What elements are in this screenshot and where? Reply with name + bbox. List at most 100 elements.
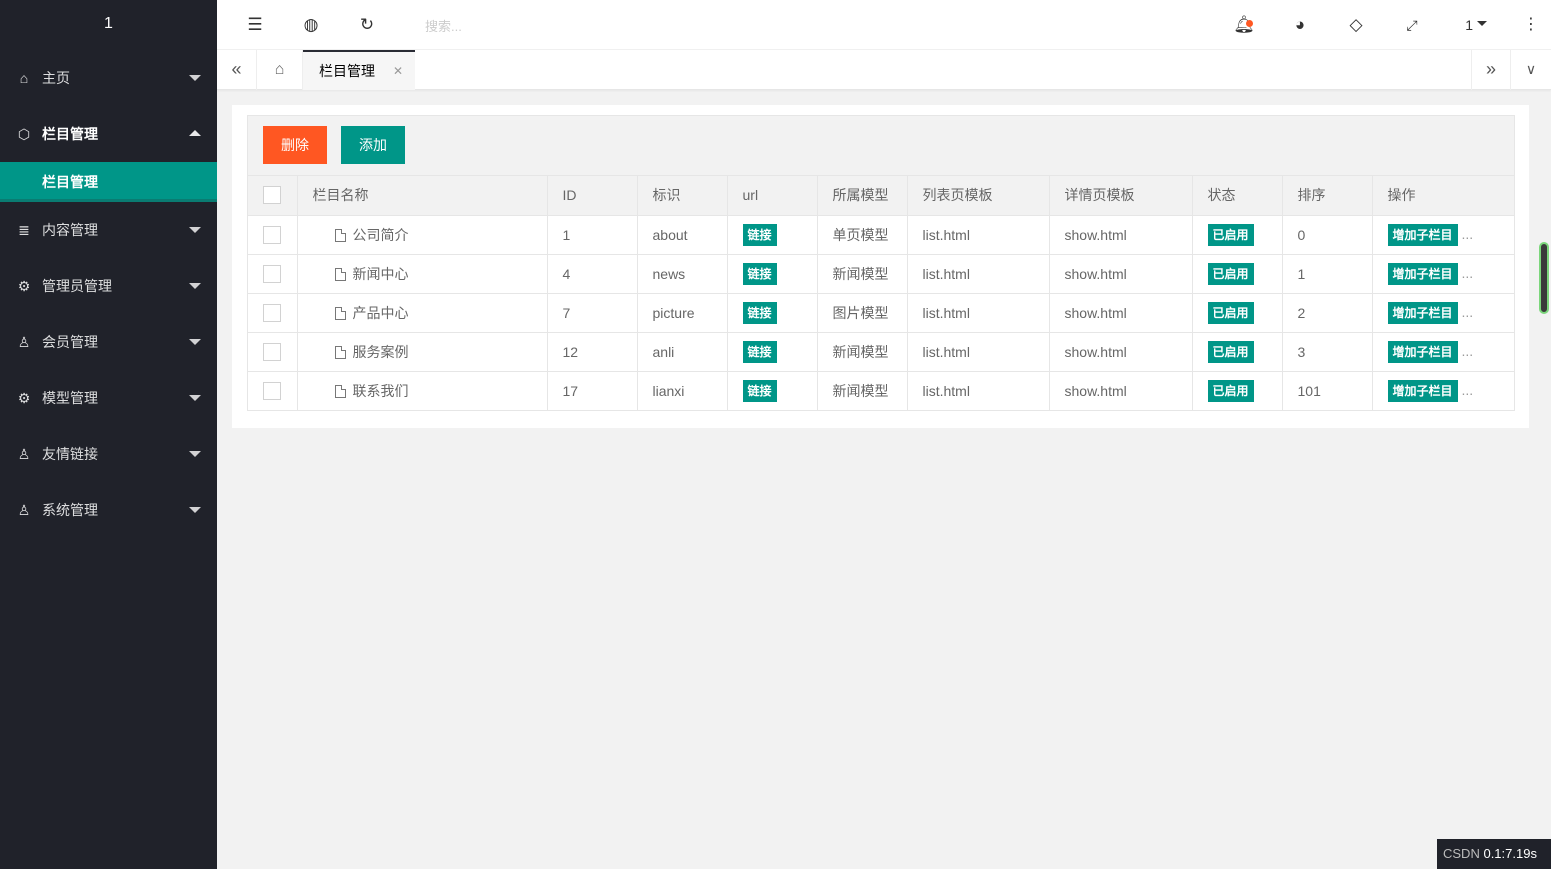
palette-icon[interactable]: ◕ <box>1280 0 1320 50</box>
row-checkbox[interactable] <box>263 342 281 361</box>
sidebar-item-label: 栏目管理 <box>42 126 98 142</box>
row-checkbox[interactable] <box>263 303 281 322</box>
tab-columns[interactable]: 栏目管理 ✕ <box>303 50 415 90</box>
sidebar-item-columns[interactable]: ⬡ 栏目管理 <box>0 106 217 162</box>
close-icon[interactable]: ✕ <box>393 52 403 90</box>
row-select-cell <box>248 371 298 410</box>
delete-button[interactable]: 删除 <box>263 126 327 164</box>
table-row: 公司简介 1 about 链接 单页模型 list.html show.html 已启用 0 增加… <box>248 215 1514 255</box>
cell-url: 链接 <box>727 293 818 333</box>
column-header: 详情页模板 <box>1049 176 1193 216</box>
more-actions[interactable]: ... <box>1462 304 1474 320</box>
file-icon <box>334 345 346 359</box>
menu-fold-icon[interactable]: ☰ <box>235 0 275 50</box>
more-vertical-icon[interactable]: ⋮ <box>1519 0 1543 50</box>
list-icon: ≣ <box>18 222 30 238</box>
table-row: 新闻中心 4 news 链接 新闻模型 list.html show.html 已启用 1 增加子… <box>248 254 1514 294</box>
content-card: 删除 添加 栏目名称 ID 标识 url 所属模型 列表页模板 详情页模板 状态… <box>232 105 1529 428</box>
tab-scroll-left-icon[interactable]: « <box>217 50 257 90</box>
cell-name: 服务案例 <box>297 332 548 372</box>
tag-icon[interactable]: ◇ <box>1336 0 1376 50</box>
cell-ident: lianxi <box>637 371 728 410</box>
column-name-text: 联系我们 <box>352 382 409 399</box>
globe-icon[interactable]: ◍ <box>291 0 331 50</box>
cell-sort: 2 <box>1282 293 1373 333</box>
link-badge[interactable]: 链接 <box>742 223 777 246</box>
more-actions[interactable]: ... <box>1462 343 1474 359</box>
chevron-down-icon <box>189 227 201 233</box>
table-row: 产品中心 7 picture 链接 图片模型 list.html show.html 已启用 2… <box>248 293 1514 333</box>
file-icon <box>334 384 346 398</box>
more-actions[interactable]: ... <box>1462 382 1474 398</box>
cell-model: 新闻模型 <box>817 371 908 410</box>
add-button[interactable]: 添加 <box>341 126 405 164</box>
table-row: 联系我们 17 lianxi 链接 新闻模型 list.html show.html 已启用 1… <box>248 371 1514 410</box>
sidebar-item-label: 模型管理 <box>42 390 98 406</box>
tab-scroll-right-icon[interactable]: » <box>1471 50 1511 90</box>
tab-menu-chevron-icon[interactable]: ∨ <box>1511 50 1551 90</box>
cell-list-tpl: list.html <box>907 293 1050 333</box>
add-subcolumn-button[interactable]: 增加子栏目 <box>1387 340 1458 363</box>
sidebar-item-content[interactable]: ≣ 内容管理 <box>0 202 217 258</box>
row-checkbox[interactable] <box>263 381 281 400</box>
home-tab-icon[interactable]: ⌂ <box>257 50 303 90</box>
link-badge[interactable]: 链接 <box>742 340 777 363</box>
cell-url: 链接 <box>727 254 818 294</box>
refresh-icon[interactable]: ↻ <box>347 0 387 50</box>
data-table: 删除 添加 栏目名称 ID 标识 url 所属模型 列表页模板 详情页模板 状态… <box>247 115 1515 411</box>
sidebar-item-system[interactable]: ♙ 系统管理 <box>0 482 217 538</box>
select-all-checkbox[interactable] <box>263 186 281 205</box>
notification-dot <box>1246 20 1253 27</box>
status-badge[interactable]: 已启用 <box>1207 262 1254 285</box>
sidebar-item-models[interactable]: ⚙ 模型管理 <box>0 370 217 426</box>
status-badge[interactable]: 已启用 <box>1207 223 1254 246</box>
cell-model: 新闻模型 <box>817 332 908 372</box>
cell-ident: picture <box>637 293 728 333</box>
column-name-text: 新闻中心 <box>352 265 409 282</box>
row-checkbox[interactable] <box>263 264 281 283</box>
more-actions[interactable]: ... <box>1462 265 1474 281</box>
add-subcolumn-button[interactable]: 增加子栏目 <box>1387 262 1458 285</box>
sidebar-subitem-columns[interactable]: 栏目管理 <box>0 162 217 202</box>
sidebar: 1 ⌂ 主页 ⬡ 栏目管理 栏目管理 ≣ 内容管理 ⚙ 管理员管理 ♙ 会员管理… <box>0 0 217 869</box>
chevron-down-icon <box>189 339 201 345</box>
cell-name: 产品中心 <box>297 293 548 333</box>
user-name: 1 <box>1465 17 1473 33</box>
column-name-text: 公司简介 <box>352 226 409 243</box>
sidebar-item-links[interactable]: ♙ 友情链接 <box>0 426 217 482</box>
column-header: 列表页模板 <box>907 176 1050 216</box>
add-subcolumn-button[interactable]: 增加子栏目 <box>1387 223 1458 246</box>
sidebar-item-admins[interactable]: ⚙ 管理员管理 <box>0 258 217 314</box>
cell-name: 新闻中心 <box>297 254 548 294</box>
sidebar-item-members[interactable]: ♙ 会员管理 <box>0 314 217 370</box>
sidebar-item-home[interactable]: ⌂ 主页 <box>0 50 217 106</box>
cell-id: 4 <box>547 254 638 294</box>
table-header-row: 栏目名称 ID 标识 url 所属模型 列表页模板 详情页模板 状态 排序 操作 <box>248 176 1514 216</box>
status-badge[interactable]: 已启用 <box>1207 301 1254 324</box>
status-badge[interactable]: 已启用 <box>1207 340 1254 363</box>
cell-action: 增加子栏目... <box>1372 254 1514 294</box>
sidebar-item-label: 会员管理 <box>42 334 98 350</box>
chevron-down-icon <box>189 75 201 81</box>
file-icon <box>334 228 346 242</box>
bell-icon[interactable]: 🔔︎ <box>1224 0 1264 50</box>
user-menu[interactable]: 1 <box>1465 0 1487 50</box>
cell-list-tpl: list.html <box>907 254 1050 294</box>
scrollbar-indicator[interactable] <box>1539 242 1549 314</box>
watermark: CSDN 0.1:7.19s <box>1437 839 1551 869</box>
chevron-down-icon <box>189 507 201 513</box>
link-badge[interactable]: 链接 <box>742 301 777 324</box>
status-badge[interactable]: 已启用 <box>1207 379 1254 402</box>
sidebar-item-label: 系统管理 <box>42 502 98 518</box>
more-actions[interactable]: ... <box>1462 226 1474 242</box>
search-input[interactable] <box>425 17 625 35</box>
cell-status: 已启用 <box>1192 332 1283 372</box>
add-subcolumn-button[interactable]: 增加子栏目 <box>1387 301 1458 324</box>
add-subcolumn-button[interactable]: 增加子栏目 <box>1387 379 1458 402</box>
link-badge[interactable]: 链接 <box>742 379 777 402</box>
cell-action: 增加子栏目... <box>1372 215 1514 255</box>
column-name-text: 服务案例 <box>352 343 409 360</box>
fullscreen-icon[interactable]: ⤢ <box>1392 0 1432 50</box>
link-badge[interactable]: 链接 <box>742 262 777 285</box>
row-checkbox[interactable] <box>263 225 281 244</box>
